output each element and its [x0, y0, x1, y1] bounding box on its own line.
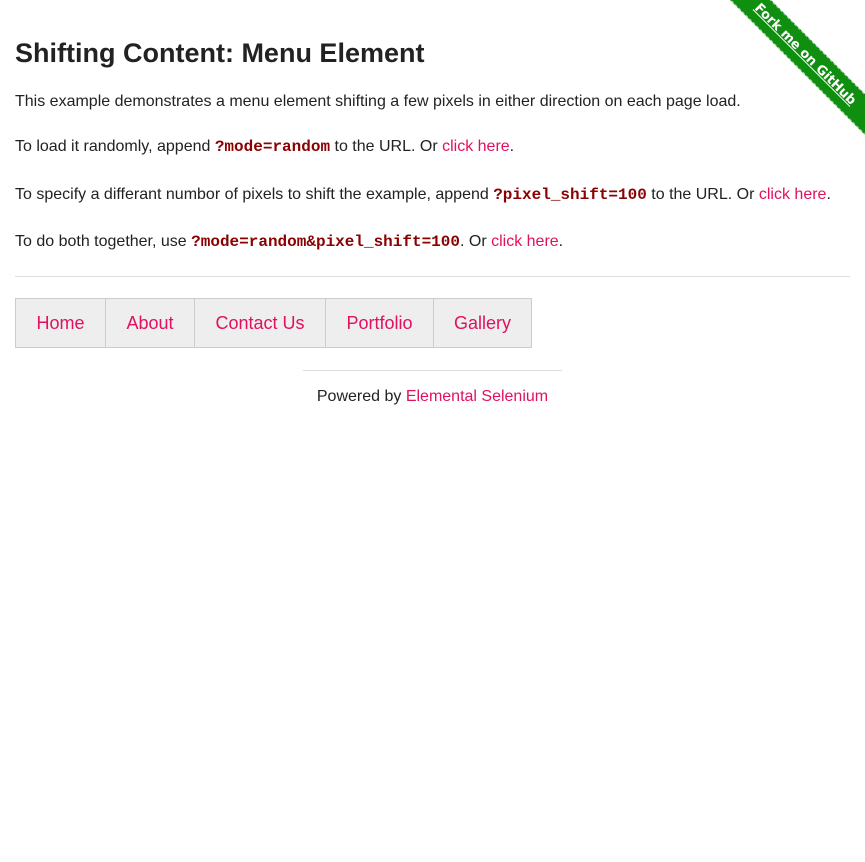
- combined-link[interactable]: click here: [491, 233, 559, 250]
- intro-text: This example demonstrates a menu element…: [15, 93, 741, 110]
- footer-powered-by: Powered by: [316, 388, 406, 405]
- menu-item-gallery: Gallery: [433, 298, 532, 348]
- random-mode-link[interactable]: click here: [442, 138, 510, 155]
- combined-instructions: To do both together, use ?mode=random&pi…: [15, 232, 563, 252]
- line2-pre: To specify a differant numbor of pixels …: [15, 186, 494, 203]
- footer-divider: [303, 370, 562, 371]
- menu-link-portfolio[interactable]: Portfolio: [346, 313, 412, 334]
- elemental-selenium-link[interactable]: Elemental Selenium: [406, 388, 548, 405]
- menu-link-about[interactable]: About: [126, 313, 173, 334]
- random-mode-instructions: To load it randomly, append ?mode=random…: [15, 137, 514, 157]
- mode-random-param: ?mode=random: [214, 138, 331, 156]
- menu: Home About Contact Us Portfolio Gallery: [15, 298, 532, 348]
- line2-post: to the URL. Or: [646, 186, 759, 203]
- fork-me-github-ribbon[interactable]: Fork me on GitHub: [720, 0, 865, 139]
- menu-link-home[interactable]: Home: [36, 313, 84, 334]
- line1-end: .: [509, 138, 515, 155]
- line1-pre: To load it randomly, append: [15, 138, 215, 155]
- line3-pre: To do both together, use: [15, 233, 192, 250]
- footer: Powered by Elemental Selenium: [0, 388, 865, 406]
- page-title: Shifting Content: Menu Element: [15, 38, 425, 68]
- line2-end: .: [826, 186, 831, 203]
- github-ribbon-wrap: Fork me on GitHub: [716, 0, 865, 149]
- line1-post: to the URL. Or: [330, 138, 443, 155]
- pixel-shift-param: ?pixel_shift=100: [493, 186, 647, 204]
- section-divider: [15, 276, 850, 277]
- pixel-shift-link[interactable]: click here: [759, 186, 827, 203]
- pixel-shift-instructions: To specify a differant numbor of pixels …: [15, 185, 831, 205]
- line3-post: . Or: [459, 233, 492, 250]
- menu-item-home: Home: [15, 298, 106, 348]
- menu-item-portfolio: Portfolio: [325, 298, 434, 348]
- combined-param: ?mode=random&pixel_shift=100: [191, 233, 460, 251]
- menu-link-contact-us[interactable]: Contact Us: [215, 313, 304, 334]
- line3-end: .: [558, 233, 564, 250]
- menu-item-about: About: [105, 298, 195, 348]
- menu-link-gallery[interactable]: Gallery: [454, 313, 511, 334]
- menu-item-contact-us: Contact Us: [194, 298, 326, 348]
